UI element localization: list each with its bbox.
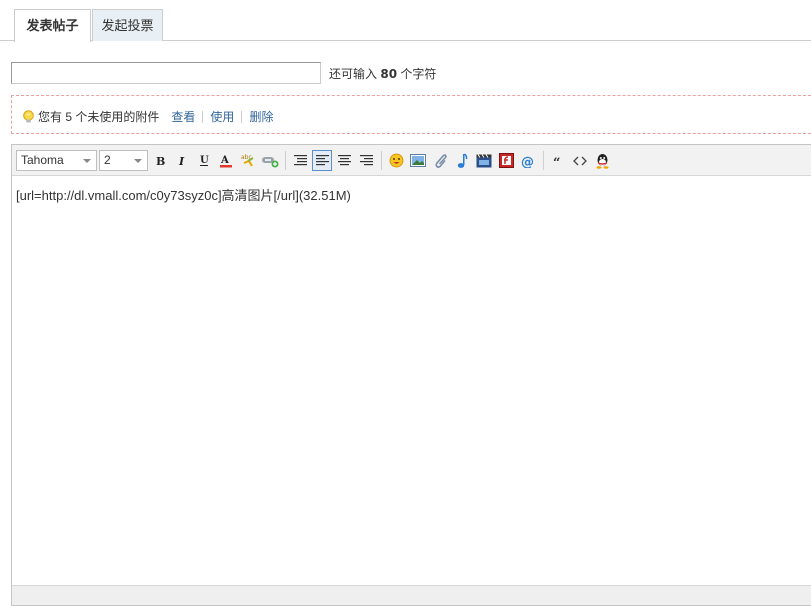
editor-content[interactable]: [url=http://dl.vmall.com/c0y73syz0c]高清图片… xyxy=(16,185,351,204)
music-icon[interactable] xyxy=(452,150,472,171)
char-count-prefix: 还可输入 xyxy=(329,67,378,81)
link-icon[interactable] xyxy=(260,150,280,171)
align-right-icon[interactable] xyxy=(356,150,376,171)
view-attachments-link[interactable]: 查看 xyxy=(171,108,195,125)
post-type-tabs: 发表帖子 发起投票 xyxy=(0,0,811,42)
font-color-icon[interactable]: A xyxy=(216,150,236,171)
use-attachments-link[interactable]: 使用 xyxy=(210,108,234,125)
mention-icon[interactable]: @ xyxy=(518,150,538,171)
bold-icon[interactable]: B xyxy=(150,150,170,171)
subject-input[interactable] xyxy=(11,62,321,84)
font-family-select[interactable]: Tahoma xyxy=(16,150,97,171)
svg-text:B: B xyxy=(156,155,165,167)
notice-suffix: 个未使用的附件 xyxy=(75,110,160,124)
svg-text:“: “ xyxy=(553,156,560,167)
flash-icon[interactable] xyxy=(496,150,516,171)
divider xyxy=(202,110,204,123)
char-count-number: 80 xyxy=(380,67,398,81)
tab-post[interactable]: 发表帖子 xyxy=(14,9,91,42)
code-icon[interactable] xyxy=(570,150,590,171)
char-count-suffix: 个字符 xyxy=(400,67,437,81)
chevron-down-icon xyxy=(83,159,91,163)
svg-text:@: @ xyxy=(521,155,534,168)
font-size-select[interactable]: 2 xyxy=(99,150,148,171)
post-editor: Tahoma 2 B I U A abc @ “ [url=http://dl.… xyxy=(11,144,811,606)
editor-resize-bar[interactable] xyxy=(12,585,811,605)
attachment-notice: 您有 5 个未使用的附件 查看 使用 删除 xyxy=(11,95,811,134)
tab-poll[interactable]: 发起投票 xyxy=(92,9,163,41)
divider xyxy=(241,110,243,123)
quote-icon[interactable]: “ xyxy=(548,150,568,171)
attachment-count: 5 xyxy=(65,109,73,124)
svg-text:I: I xyxy=(178,155,185,167)
notice-prefix: 您有 xyxy=(38,110,63,124)
video-icon[interactable] xyxy=(474,150,494,171)
svg-text:U: U xyxy=(200,155,209,166)
char-count: 还可输入 80 个字符 xyxy=(329,65,436,82)
chevron-down-icon xyxy=(134,159,142,163)
align-left-icon[interactable] xyxy=(290,150,310,171)
spellcheck-icon[interactable]: abc xyxy=(238,150,258,171)
font-family-value: Tahoma xyxy=(21,153,64,167)
italic-icon[interactable]: I xyxy=(172,150,192,171)
qq-icon[interactable] xyxy=(592,150,612,171)
attachment-icon[interactable] xyxy=(430,150,450,171)
lightbulb-icon xyxy=(22,109,35,124)
image-icon[interactable] xyxy=(408,150,428,171)
font-size-value: 2 xyxy=(104,153,111,167)
delete-attachments-link[interactable]: 删除 xyxy=(249,108,273,125)
editor-toolbar: Tahoma 2 B I U A abc @ “ xyxy=(12,145,811,176)
smiley-icon[interactable] xyxy=(386,150,406,171)
underline-icon[interactable]: U xyxy=(194,150,214,171)
svg-text:A: A xyxy=(220,155,229,166)
align-justify-icon[interactable] xyxy=(312,150,332,171)
align-center-icon[interactable] xyxy=(334,150,354,171)
